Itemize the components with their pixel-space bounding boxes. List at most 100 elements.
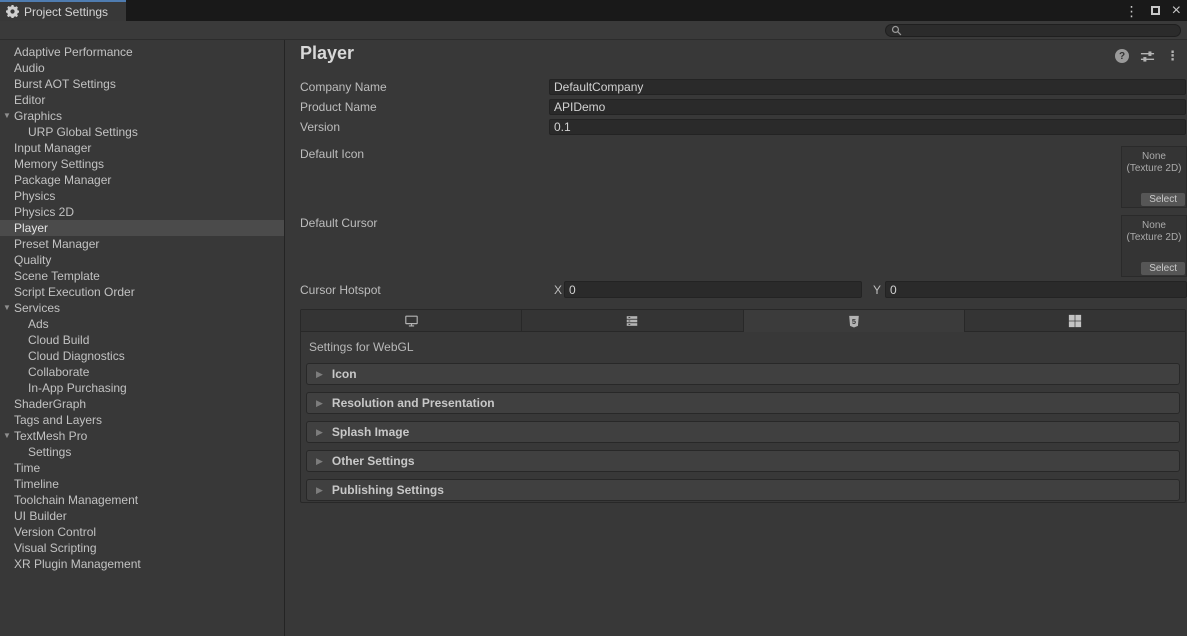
- default-cursor-select-button[interactable]: Select: [1141, 262, 1185, 275]
- sidebar-item-player[interactable]: Player: [0, 220, 284, 236]
- sidebar-item-ui-builder[interactable]: UI Builder: [0, 508, 284, 524]
- hotspot-y-label: Y: [873, 283, 881, 297]
- foldout-collapsed-icon[interactable]: ▶: [316, 369, 323, 380]
- sidebar-item-collaborate[interactable]: Collaborate: [0, 364, 284, 380]
- windows-icon: [1068, 314, 1082, 328]
- window-menu-icon[interactable]: ⋮: [1125, 4, 1139, 18]
- sidebar-item-audio[interactable]: Audio: [0, 60, 284, 76]
- product-name-input[interactable]: [549, 99, 1186, 115]
- project-settings-tab[interactable]: Project Settings: [0, 0, 126, 21]
- sidebar-item-visual-scripting[interactable]: Visual Scripting: [0, 540, 284, 556]
- sidebar-item-physics[interactable]: Physics: [0, 188, 284, 204]
- sidebar-item-adaptive-performance[interactable]: Adaptive Performance: [0, 44, 284, 60]
- platform-tab-windows[interactable]: [965, 310, 1185, 332]
- sidebar-item-services[interactable]: ▼ Services: [0, 300, 284, 316]
- sidebar-item-editor[interactable]: Editor: [0, 92, 284, 108]
- sidebar-item-cloud-build[interactable]: Cloud Build: [0, 332, 284, 348]
- default-icon-label: Default Icon: [300, 147, 364, 161]
- titlebar: Project Settings ⋮ ×: [0, 0, 1187, 21]
- foldout-collapsed-icon[interactable]: ▶: [316, 456, 323, 467]
- default-icon-select-button[interactable]: Select: [1141, 193, 1185, 206]
- version-input[interactable]: [549, 119, 1186, 135]
- sidebar-item-version-control[interactable]: Version Control: [0, 524, 284, 540]
- platform-tab-dedicated-server[interactable]: [522, 310, 743, 332]
- sidebar-item-toolchain-management[interactable]: Toolchain Management: [0, 492, 284, 508]
- sidebar-item-timeline[interactable]: Timeline: [0, 476, 284, 492]
- more-options-icon[interactable]: ⋮: [1166, 48, 1179, 64]
- basic-fields: Company Name Product Name Version: [286, 78, 1186, 138]
- gear-icon: [6, 5, 19, 18]
- field-row: Version: [286, 118, 1186, 138]
- company-name-input[interactable]: [549, 79, 1186, 95]
- default-icon-value: None (Texture 2D): [1122, 151, 1186, 175]
- foldout-collapsed-icon[interactable]: ▶: [316, 427, 323, 438]
- sidebar-item-xr-plugin-management[interactable]: XR Plugin Management: [0, 556, 284, 572]
- foldout-expanded-icon[interactable]: ▼: [3, 108, 11, 124]
- monitor-icon: [404, 314, 419, 328]
- sidebar-item-package-manager[interactable]: Package Manager: [0, 172, 284, 188]
- window-controls: ⋮ ×: [1125, 0, 1181, 21]
- html5-icon: 5: [847, 314, 861, 329]
- svg-text:5: 5: [852, 316, 856, 325]
- presets-icon[interactable]: [1140, 49, 1155, 64]
- version-label: Version: [300, 120, 340, 134]
- default-cursor-label: Default Cursor: [300, 216, 377, 230]
- maximize-icon[interactable]: [1151, 6, 1160, 15]
- section-other-settings[interactable]: ▶ Other Settings: [306, 450, 1180, 472]
- settings-sidebar: Adaptive Performance Audio Burst AOT Set…: [0, 40, 285, 636]
- player-settings-panel: Player ? ⋮ Company Name Product Name Ver…: [286, 40, 1187, 636]
- sidebar-item-urp-global-settings[interactable]: URP Global Settings: [0, 124, 284, 140]
- panel-header-icons: ? ⋮: [1115, 48, 1179, 64]
- sidebar-item-memory-settings[interactable]: Memory Settings: [0, 156, 284, 172]
- search-box[interactable]: [885, 24, 1181, 37]
- settings-for-label: Settings for WebGL: [309, 340, 1178, 354]
- sidebar-item-textmesh-pro[interactable]: ▼ TextMesh Pro: [0, 428, 284, 444]
- close-icon[interactable]: ×: [1172, 3, 1181, 19]
- sidebar-item-preset-manager[interactable]: Preset Manager: [0, 236, 284, 252]
- sidebar-item-graphics[interactable]: ▼ Graphics: [0, 108, 284, 124]
- sidebar-item-physics-2d[interactable]: Physics 2D: [0, 204, 284, 220]
- tab-title: Project Settings: [24, 5, 108, 19]
- foldout-collapsed-icon[interactable]: ▶: [316, 398, 323, 409]
- platform-tab-desktop[interactable]: [301, 310, 522, 332]
- settings-sections: ▶ Icon ▶ Resolution and Presentation ▶ S…: [306, 363, 1180, 501]
- foldout-collapsed-icon[interactable]: ▶: [316, 485, 323, 496]
- cursor-hotspot-label: Cursor Hotspot: [300, 283, 381, 297]
- hotspot-y-input[interactable]: [885, 281, 1187, 298]
- foldout-expanded-icon[interactable]: ▼: [3, 428, 11, 444]
- help-icon[interactable]: ?: [1115, 49, 1129, 63]
- sidebar-item-time[interactable]: Time: [0, 460, 284, 476]
- sidebar-item-script-execution-order[interactable]: Script Execution Order: [0, 284, 284, 300]
- platform-tab-webgl[interactable]: 5: [744, 310, 965, 332]
- search-icon: [891, 25, 902, 36]
- search-input[interactable]: [906, 25, 1175, 36]
- section-resolution-and-presentation[interactable]: ▶ Resolution and Presentation: [306, 392, 1180, 414]
- section-splash-image[interactable]: ▶ Splash Image: [306, 421, 1180, 443]
- section-icon[interactable]: ▶ Icon: [306, 363, 1180, 385]
- foldout-expanded-icon[interactable]: ▼: [3, 300, 11, 316]
- section-publishing-settings[interactable]: ▶ Publishing Settings: [306, 479, 1180, 501]
- platform-content: Settings for WebGL ▶ Icon ▶ Resolution a…: [301, 332, 1185, 501]
- server-icon: [625, 314, 639, 328]
- sidebar-item-cloud-diagnostics[interactable]: Cloud Diagnostics: [0, 348, 284, 364]
- sidebar-item-shadergraph[interactable]: ShaderGraph: [0, 396, 284, 412]
- default-cursor-value: None (Texture 2D): [1122, 220, 1186, 244]
- sidebar-item-tags-and-layers[interactable]: Tags and Layers: [0, 412, 284, 428]
- product-name-label: Product Name: [300, 100, 377, 114]
- default-cursor-object-field[interactable]: None (Texture 2D) Select: [1121, 215, 1187, 277]
- page-title: Player: [300, 43, 354, 64]
- sidebar-item-quality[interactable]: Quality: [0, 252, 284, 268]
- default-icon-object-field[interactable]: None (Texture 2D) Select: [1121, 146, 1187, 208]
- toolbar: [0, 21, 1187, 40]
- sidebar-item-settings[interactable]: Settings: [0, 444, 284, 460]
- sidebar-item-scene-template[interactable]: Scene Template: [0, 268, 284, 284]
- sidebar-item-burst-aot-settings[interactable]: Burst AOT Settings: [0, 76, 284, 92]
- sidebar-item-in-app-purchasing[interactable]: In-App Purchasing: [0, 380, 284, 396]
- company-name-label: Company Name: [300, 80, 387, 94]
- hotspot-x-input[interactable]: [564, 281, 862, 298]
- sidebar-item-ads[interactable]: Ads: [0, 316, 284, 332]
- platform-settings-box: 5 Settings for WebGL ▶ Icon ▶ Resolution…: [300, 309, 1186, 503]
- field-row: Company Name: [286, 78, 1186, 98]
- sidebar-item-input-manager[interactable]: Input Manager: [0, 140, 284, 156]
- field-row: Product Name: [286, 98, 1186, 118]
